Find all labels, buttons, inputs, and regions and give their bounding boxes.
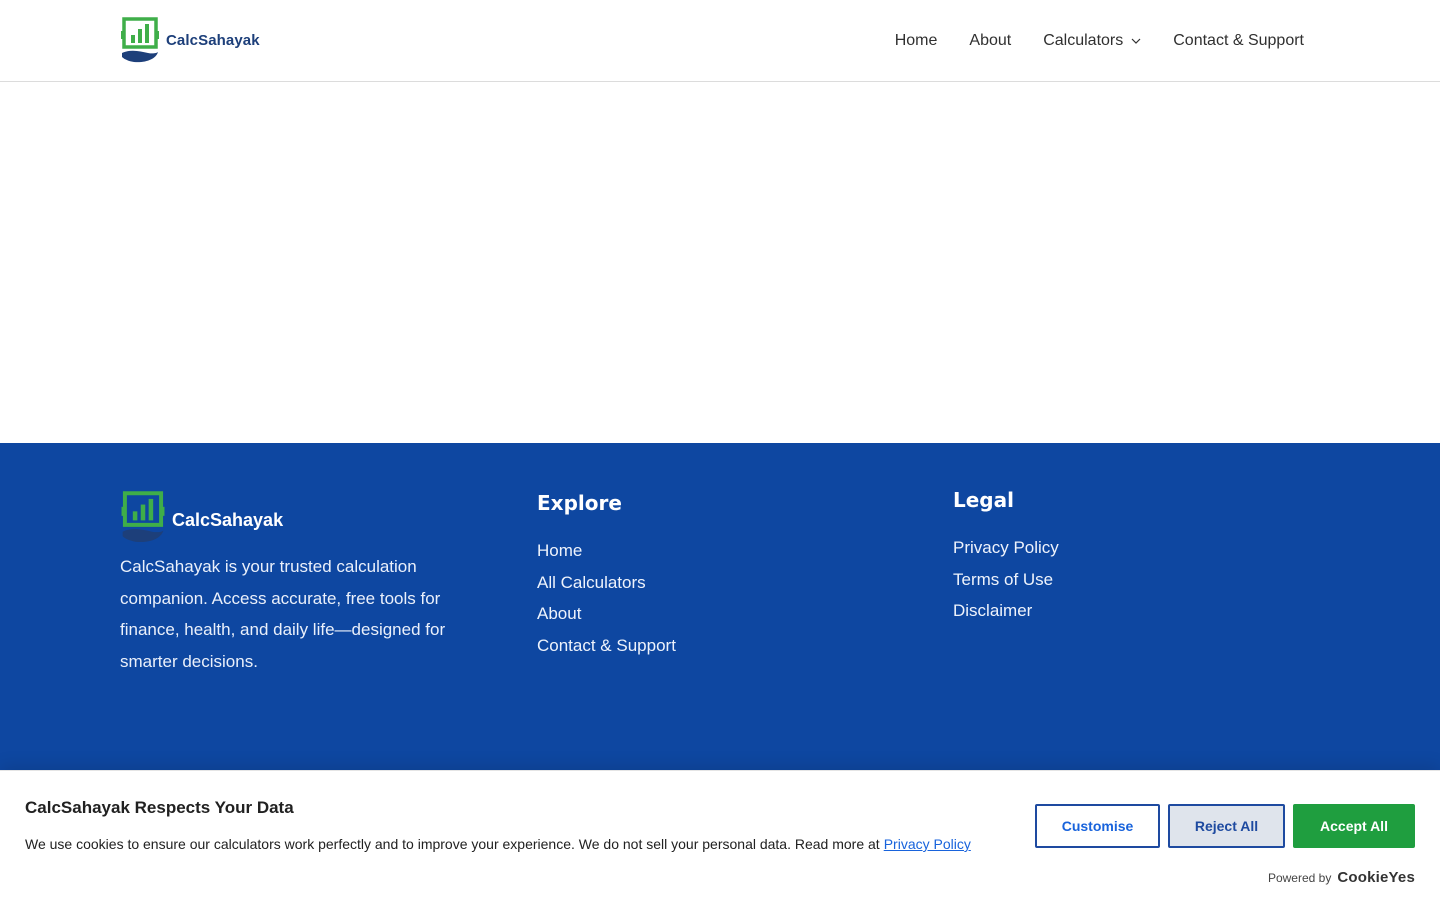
footer-brand: CalcSahayak CalcSahayak is your trusted … bbox=[120, 491, 460, 677]
accept-all-button[interactable]: Accept All bbox=[1293, 804, 1415, 848]
footer-link-about[interactable]: About bbox=[537, 598, 676, 630]
cookieyes-brand[interactable]: CookieYes bbox=[1337, 869, 1415, 886]
reject-all-button[interactable]: Reject All bbox=[1168, 804, 1285, 848]
cookie-message: We use cookies to ensure our calculators… bbox=[25, 836, 880, 852]
footer-logo[interactable]: CalcSahayak bbox=[120, 491, 460, 543]
logo-text: CalcSahayak bbox=[166, 31, 260, 49]
cookie-privacy-policy-link[interactable]: Privacy Policy bbox=[884, 836, 971, 852]
footer-link-terms-of-use[interactable]: Terms of Use bbox=[953, 564, 1059, 596]
footer-explore-heading: Explore bbox=[537, 491, 622, 515]
cookie-text: We use cookies to ensure our calculators… bbox=[25, 836, 971, 852]
site-header: CalcSahayak Home About Calculators Conta… bbox=[0, 0, 1440, 82]
site-logo[interactable]: CalcSahayak bbox=[120, 17, 260, 63]
bar-chart-hand-logo-icon bbox=[121, 491, 165, 543]
footer-legal-heading: Legal bbox=[953, 488, 1014, 512]
customise-button[interactable]: Customise bbox=[1035, 804, 1160, 848]
footer-legal: Legal Privacy Policy Terms of Use Discla… bbox=[953, 488, 1059, 627]
nav-calculators-label: Calculators bbox=[1043, 32, 1124, 49]
nav-home[interactable]: Home bbox=[895, 32, 938, 50]
main-content bbox=[0, 83, 1440, 443]
chevron-down-icon bbox=[1131, 38, 1141, 44]
footer-logo-text: CalcSahayak bbox=[172, 509, 284, 530]
footer-explore: Explore Home All Calculators About Conta… bbox=[537, 491, 676, 661]
cookie-title: CalcSahayak Respects Your Data bbox=[25, 798, 294, 817]
footer-link-privacy-policy[interactable]: Privacy Policy bbox=[953, 532, 1059, 564]
nav-calculators[interactable]: Calculators bbox=[1043, 32, 1141, 50]
footer-link-home[interactable]: Home bbox=[537, 535, 676, 567]
footer-description: CalcSahayak is your trusted calculation … bbox=[120, 557, 446, 671]
footer-link-all-calculators[interactable]: All Calculators bbox=[537, 567, 676, 599]
nav-about[interactable]: About bbox=[969, 32, 1011, 50]
nav-contact-support[interactable]: Contact & Support bbox=[1173, 32, 1304, 50]
cookie-banner: CalcSahayak Respects Your Data We use co… bbox=[0, 770, 1440, 900]
main-nav: Home About Calculators Contact & Support bbox=[895, 0, 1304, 82]
bar-chart-hand-logo-icon bbox=[121, 17, 159, 63]
powered-by: Powered by CookieYes bbox=[1268, 869, 1415, 886]
footer-link-disclaimer[interactable]: Disclaimer bbox=[953, 595, 1059, 627]
footer-link-contact-support[interactable]: Contact & Support bbox=[537, 630, 676, 662]
powered-by-label: Powered by bbox=[1267, 870, 1332, 885]
